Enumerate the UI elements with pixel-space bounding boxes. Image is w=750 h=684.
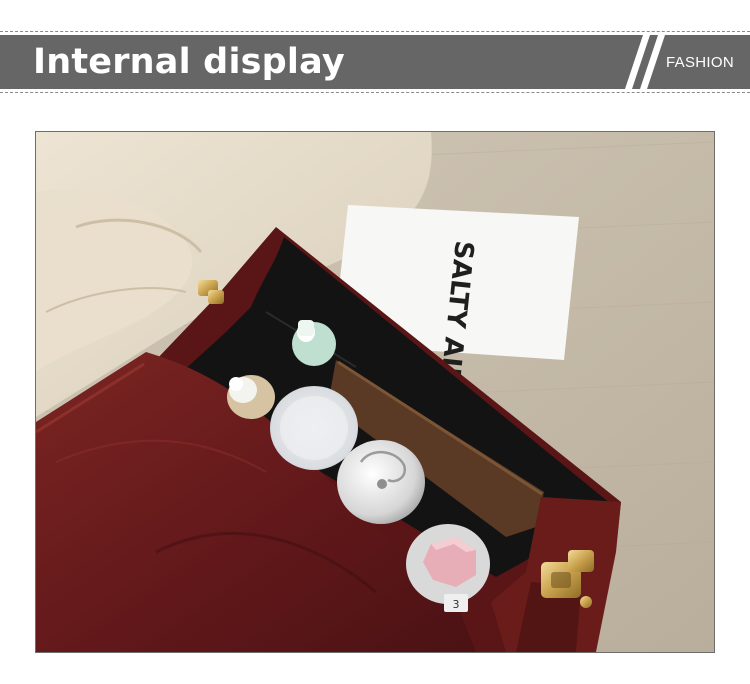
clear-jar xyxy=(270,386,358,470)
beige-bottle xyxy=(227,375,275,419)
banner-title: Internal display xyxy=(33,42,345,82)
bag-interior-illustration: SALTY AIR 3 xyxy=(36,132,714,652)
banner-bottom-rule xyxy=(0,92,750,93)
bottle-label: 3 xyxy=(453,598,460,611)
banner-top-rule xyxy=(0,31,750,32)
silver-jar xyxy=(337,440,425,524)
section-banner: Internal display FASHION xyxy=(0,35,750,89)
banner-tag: FASHION xyxy=(666,54,734,71)
product-photo: SALTY AIR 3 xyxy=(35,131,715,653)
